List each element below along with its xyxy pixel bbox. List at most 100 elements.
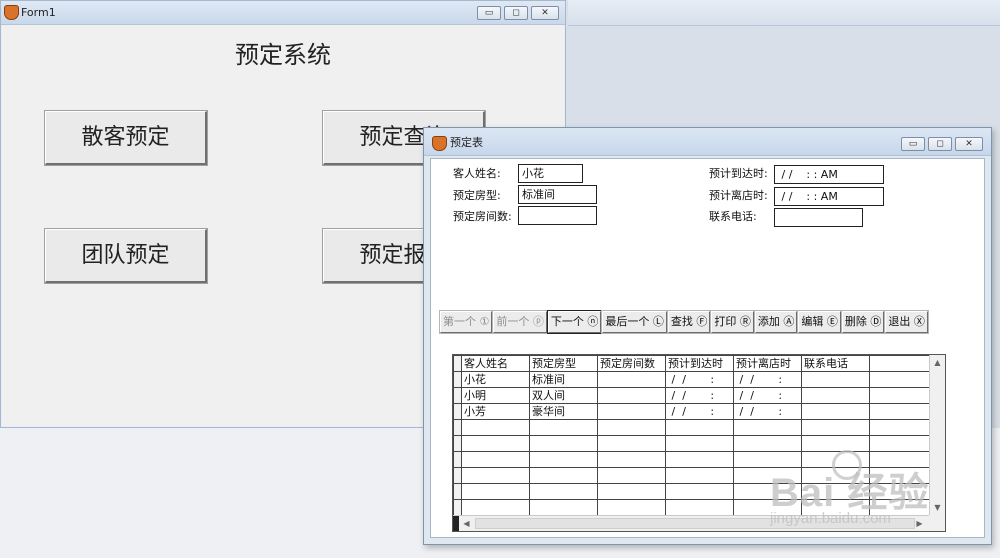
empty-cell[interactable]	[665, 499, 734, 516]
empty-cell[interactable]	[461, 435, 530, 452]
empty-cell[interactable]	[597, 499, 666, 516]
exit-button[interactable]: 退出 Ⓧ	[885, 311, 928, 333]
empty-cell[interactable]	[801, 483, 870, 500]
scroll-down-arrow-icon[interactable]: ▼	[930, 500, 945, 515]
empty-table-row[interactable]	[453, 467, 932, 484]
empty-cell[interactable]	[869, 451, 932, 468]
empty-cell[interactable]	[733, 499, 802, 516]
empty-cell[interactable]	[869, 435, 932, 452]
row-selector[interactable]	[453, 419, 462, 436]
print-button[interactable]: 打印 Ⓡ	[711, 311, 754, 333]
scroll-thumb[interactable]	[475, 518, 915, 529]
empty-table-row[interactable]	[453, 499, 932, 516]
last-record-button[interactable]: 最后一个 Ⓛ	[602, 311, 667, 333]
empty-cell[interactable]	[529, 419, 598, 436]
column-header-room-count[interactable]: 预定房间数	[597, 355, 666, 372]
cell-arrival[interactable]: / / :	[665, 403, 734, 420]
row-selector[interactable]	[453, 483, 462, 500]
empty-cell[interactable]	[733, 483, 802, 500]
scroll-right-arrow-icon[interactable]: ▶	[912, 516, 927, 531]
arrival-time-field[interactable]: / / : : AM	[774, 165, 884, 184]
guest-name-field[interactable]: 小花	[518, 164, 583, 183]
empty-cell[interactable]	[461, 467, 530, 484]
edit-button[interactable]: 编辑 Ⓔ	[798, 311, 841, 333]
cell-departure[interactable]: / / :	[733, 371, 802, 388]
row-selector[interactable]	[453, 371, 462, 388]
row-selector[interactable]	[453, 387, 462, 404]
empty-table-row[interactable]	[453, 419, 932, 436]
empty-cell[interactable]	[665, 435, 734, 452]
cell-room-type[interactable]: 双人间	[529, 387, 598, 404]
phone-field[interactable]	[774, 208, 863, 227]
form1-titlebar[interactable]: Form1 ▭ ◻ ✕	[1, 1, 565, 25]
empty-cell[interactable]	[529, 467, 598, 484]
find-button[interactable]: 查找 Ⓕ	[667, 311, 711, 333]
empty-cell[interactable]	[529, 499, 598, 516]
maximize-button[interactable]: ◻	[928, 137, 952, 151]
row-selector[interactable]	[453, 435, 462, 452]
empty-cell[interactable]	[869, 499, 932, 516]
empty-table-row[interactable]	[453, 483, 932, 500]
empty-table-row[interactable]	[453, 451, 932, 468]
minimize-button[interactable]: ▭	[477, 6, 501, 20]
row-selector[interactable]	[453, 451, 462, 468]
empty-cell[interactable]	[597, 467, 666, 484]
empty-cell[interactable]	[597, 435, 666, 452]
cell-blank[interactable]	[869, 387, 932, 404]
empty-cell[interactable]	[597, 419, 666, 436]
cell-arrival[interactable]: / / :	[665, 387, 734, 404]
cell-phone[interactable]	[801, 403, 870, 420]
row-selector[interactable]	[453, 403, 462, 420]
cell-blank[interactable]	[869, 403, 932, 420]
maximize-button[interactable]: ◻	[504, 6, 528, 20]
group-booking-button[interactable]: 团队预定	[45, 229, 207, 283]
empty-cell[interactable]	[733, 419, 802, 436]
empty-cell[interactable]	[597, 483, 666, 500]
empty-cell[interactable]	[665, 451, 734, 468]
empty-cell[interactable]	[733, 451, 802, 468]
cell-guest-name[interactable]: 小芳	[461, 403, 530, 420]
cell-phone[interactable]	[801, 387, 870, 404]
table-row[interactable]: 小明 双人间 / / : / / :	[453, 387, 932, 404]
column-header-arrival[interactable]: 预计到达时	[665, 355, 734, 372]
empty-cell[interactable]	[665, 483, 734, 500]
minimize-button[interactable]: ▭	[901, 137, 925, 151]
column-header-guest-name[interactable]: 客人姓名	[461, 355, 530, 372]
booking-grid[interactable]: 客人姓名 预定房型 预定房间数 预计到达时 预计离店时 联系电话 小花 标准间 /…	[452, 354, 946, 532]
empty-cell[interactable]	[801, 451, 870, 468]
cell-arrival[interactable]: / / :	[665, 371, 734, 388]
cell-room-type[interactable]: 豪华间	[529, 403, 598, 420]
cell-guest-name[interactable]: 小花	[461, 371, 530, 388]
empty-cell[interactable]	[869, 483, 932, 500]
empty-cell[interactable]	[801, 435, 870, 452]
empty-cell[interactable]	[869, 419, 932, 436]
scroll-up-arrow-icon[interactable]: ▲	[930, 355, 945, 370]
grid-horizontal-scrollbar[interactable]: ◀ ▶	[453, 515, 945, 531]
empty-cell[interactable]	[529, 451, 598, 468]
row-selector[interactable]	[453, 499, 462, 516]
empty-cell[interactable]	[801, 419, 870, 436]
empty-cell[interactable]	[461, 451, 530, 468]
add-button[interactable]: 添加 Ⓐ	[754, 311, 798, 333]
empty-cell[interactable]	[597, 451, 666, 468]
previous-record-button[interactable]: 前一个 ⓟ	[493, 311, 547, 333]
cell-departure[interactable]: / / :	[733, 387, 802, 404]
first-record-button[interactable]: 第一个 ①	[440, 311, 493, 333]
empty-cell[interactable]	[801, 499, 870, 516]
empty-cell[interactable]	[529, 435, 598, 452]
room-count-field[interactable]	[518, 206, 597, 225]
empty-cell[interactable]	[529, 483, 598, 500]
cell-guest-name[interactable]: 小明	[461, 387, 530, 404]
departure-time-field[interactable]: / / : : AM	[774, 187, 884, 206]
delete-button[interactable]: 删除 Ⓓ	[841, 311, 885, 333]
table-row[interactable]: 小芳 豪华间 / / : / / :	[453, 403, 932, 420]
cell-room-count[interactable]	[597, 387, 666, 404]
walkin-booking-button[interactable]: 散客预定	[45, 111, 207, 165]
empty-cell[interactable]	[733, 467, 802, 484]
cell-blank[interactable]	[869, 371, 932, 388]
cell-phone[interactable]	[801, 371, 870, 388]
empty-cell[interactable]	[869, 467, 932, 484]
empty-cell[interactable]	[461, 483, 530, 500]
empty-table-row[interactable]	[453, 435, 932, 452]
grid-vertical-scrollbar[interactable]: ▲ ▼	[929, 355, 945, 515]
